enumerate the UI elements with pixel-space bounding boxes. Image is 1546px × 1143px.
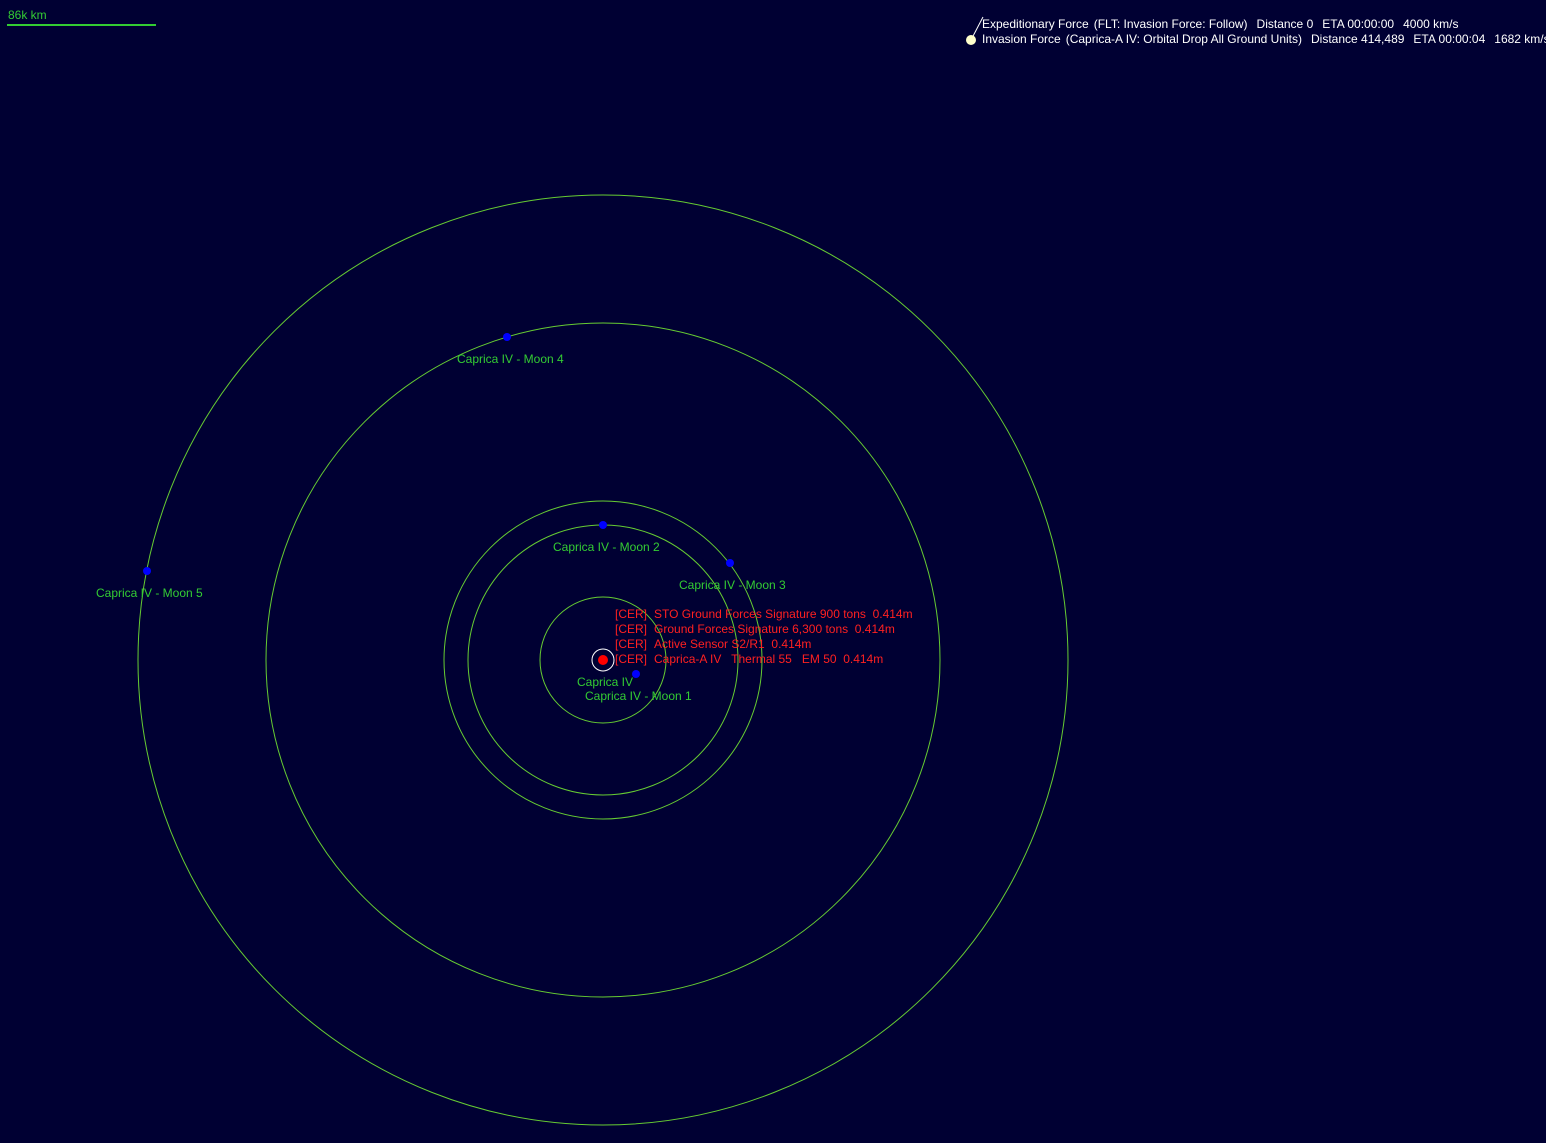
- fleet-eta: ETA 00:00:00: [1322, 17, 1394, 31]
- contact-text: Active Sensor S2/R1 0.414m: [654, 637, 811, 651]
- fleet-speed: 4000 km/s: [1403, 17, 1458, 31]
- contact-row[interactable]: [CER] Caprica-A IV Thermal 55 EM 50 0.414…: [615, 652, 883, 666]
- moon-3-label: Caprica IV - Moon 3: [679, 578, 786, 592]
- fleet-row-invasion[interactable]: Invasion Force (Caprica-A IV: Orbital Dro…: [982, 32, 1546, 46]
- fleet-row-expeditionary[interactable]: Expeditionary Force (FLT: Invasion Force:…: [982, 17, 1458, 31]
- fleet-marker-icon[interactable]: [966, 35, 976, 45]
- contact-tag: [CER]: [615, 637, 647, 651]
- moon-1-label: Caprica IV - Moon 1: [585, 689, 692, 703]
- fleet-name: Invasion Force: [982, 32, 1061, 46]
- fleet-group: Expeditionary Force (FLT: Invasion Force:…: [966, 16, 1546, 46]
- planet-label: Caprica IV: [577, 675, 633, 689]
- contact-tag: [CER]: [615, 607, 647, 621]
- contact-text: Ground Forces Signature 6,300 tons 0.414…: [654, 622, 895, 636]
- fleet-speed: 1682 km/s: [1494, 32, 1546, 46]
- contact-text: STO Ground Forces Signature 900 tons 0.4…: [654, 607, 913, 621]
- contact-tag: [CER]: [615, 622, 647, 636]
- fleet-distance: Distance 414,489: [1311, 32, 1405, 46]
- moon-5-label: Caprica IV - Moon 5: [96, 586, 203, 600]
- contact-text: Caprica-A IV Thermal 55 EM 50 0.414m: [654, 652, 883, 666]
- contact-row[interactable]: [CER] STO Ground Forces Signature 900 ton…: [615, 607, 913, 621]
- fleet-name: Expeditionary Force: [982, 17, 1089, 31]
- fleet-eta: ETA 00:00:04: [1413, 32, 1485, 46]
- scale-label: 86k km: [8, 8, 47, 22]
- moon-3[interactable]: [726, 559, 734, 567]
- moon-4[interactable]: [503, 333, 511, 341]
- contact-row[interactable]: [CER] Ground Forces Signature 6,300 tons …: [615, 622, 895, 636]
- fleet-order: (FLT: Invasion Force: Follow): [1094, 17, 1248, 31]
- system-map[interactable]: 86k km Caprica IV Caprica IV - Moon 1 Ca…: [0, 0, 1546, 1143]
- moon-5[interactable]: [143, 567, 151, 575]
- fleet-order: (Caprica-A IV: Orbital Drop All Ground U…: [1066, 32, 1302, 46]
- fleet-distance: Distance 0: [1257, 17, 1314, 31]
- moon-1[interactable]: [632, 670, 640, 678]
- moon-2-label: Caprica IV - Moon 2: [553, 540, 660, 554]
- moon-4-label: Caprica IV - Moon 4: [457, 352, 564, 366]
- contact-row[interactable]: [CER] Active Sensor S2/R1 0.414m: [615, 637, 811, 651]
- scale-bar: 86k km: [7, 8, 156, 26]
- moon-2[interactable]: [599, 521, 607, 529]
- contact-tag: [CER]: [615, 652, 647, 666]
- contact-list: [CER] STO Ground Forces Signature 900 ton…: [615, 607, 913, 666]
- planet-caprica-iv[interactable]: [598, 655, 608, 665]
